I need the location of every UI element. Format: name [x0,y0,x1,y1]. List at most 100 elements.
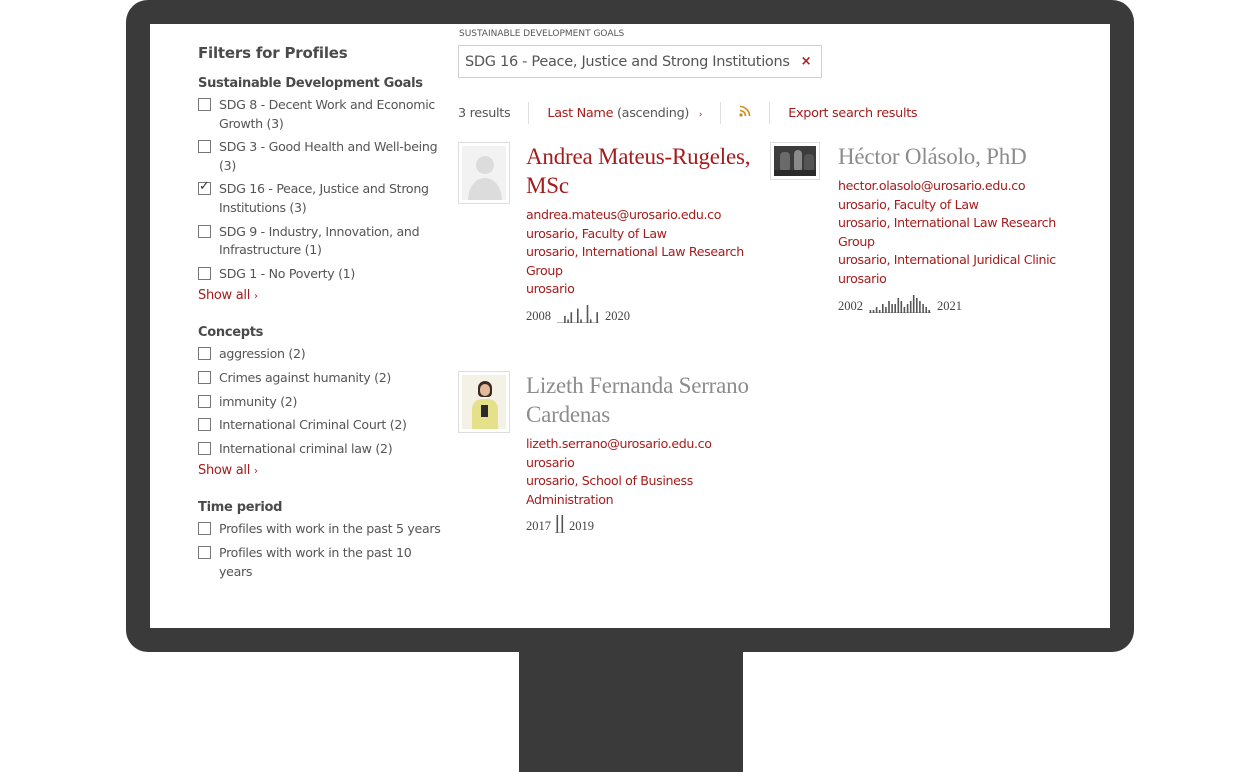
filter-option[interactable]: International Criminal Court (2) [198,416,446,435]
checkbox[interactable] [198,418,211,432]
profile-photo[interactable] [770,142,820,180]
checkbox[interactable] [198,394,211,408]
profile-affiliation[interactable]: urosario [526,454,758,473]
sort-field: Last Name [547,105,614,121]
filter-option[interactable]: SDG 1 - No Poverty (1) [198,265,446,284]
filter-option[interactable]: aggression (2) [198,345,446,364]
remove-filter-icon[interactable]: × [801,54,812,69]
filter-option-label: International Criminal Court (2) [219,417,407,433]
start-year: 2002 [838,298,863,313]
filter-option[interactable]: SDG 3 - Good Health and Well-being (3) [198,138,446,175]
profile-affiliation[interactable]: urosario [838,270,1070,289]
profile-affiliation[interactable]: urosario, Faculty of Law [838,196,1070,215]
sparkline-bar [916,297,918,313]
sparkline-bar [909,300,912,313]
checkbox[interactable] [198,347,211,361]
profile-email[interactable]: lizeth.serrano@urosario.edu.co [526,435,758,454]
activity-timeline: 2002 2021 [838,293,1070,313]
checkbox[interactable] [198,140,211,154]
checkbox[interactable] [198,441,211,455]
chevron-right-icon: › [698,109,703,120]
results-count: 3 results [458,105,511,121]
checkbox[interactable] [198,522,211,536]
filter-option-label: aggression (2) [219,346,306,362]
sparkline-bar [885,306,887,313]
sparkline-bar [589,319,592,323]
profile-affiliation[interactable]: urosario [526,280,758,299]
sparkline-bar [878,309,881,313]
active-filter-chip-label: SDG 16 - Peace, Justice and Strong Insti… [465,53,790,70]
filter-group-title: Time period [198,500,283,516]
profile-email[interactable]: andrea.mateus@urosario.edu.co [526,206,758,225]
end-year: 2019 [569,519,594,534]
filter-group-time: Time period Profiles with work in the pa… [198,500,446,581]
filters-sidebar: Filters for Profiles Sustainable Develop… [198,44,446,603]
filter-group-sdg: Sustainable Development Goals SDG 8 - De… [198,76,446,303]
sparkline-bar [906,303,909,313]
profile-name[interactable]: Andrea Mateus-Rugeles, MSc [526,142,758,200]
filter-option-label: Profiles with work in the past 10 years [219,544,412,579]
filter-group-title: Sustainable Development Goals [198,76,423,91]
checkbox[interactable] [198,266,211,280]
profile-photo-placeholder[interactable] [458,142,510,204]
activity-timeline: 2008 2020 [526,303,758,323]
checkbox[interactable] [198,224,211,238]
checkbox[interactable] [198,370,211,384]
filter-option[interactable]: SDG 9 - Industry, Innovation, and Infras… [198,223,446,260]
divider [528,102,530,124]
end-year: 2020 [605,308,630,323]
activity-timeline: 2017 2019 [526,513,758,534]
activity-sparkline [557,304,599,323]
chevron-right-icon: › [254,466,258,478]
filter-option[interactable]: Profiles with work in the past 10 years [198,544,446,581]
sort-dropdown[interactable]: Last Name (ascending) › [547,106,702,121]
filter-option[interactable]: immunity (2) [198,393,446,412]
profile-email[interactable]: hector.olasolo@urosario.edu.co [838,177,1070,196]
sparkline-bar [912,294,915,313]
show-all-concepts-link[interactable]: Show all › [198,463,446,478]
filter-option[interactable]: International criminal law (2) [198,440,446,459]
filter-option-label: Crimes against humanity (2) [219,369,392,385]
profile-photo[interactable] [458,371,510,433]
export-results-link[interactable]: Export search results [788,106,917,121]
sparkline-bar [556,515,559,534]
divider [720,102,722,124]
profile-affiliation[interactable]: urosario, International Juridical Clinic [838,251,1070,270]
person-placeholder-icon [468,156,502,200]
filter-group-title: Concepts [198,325,264,341]
sparkline-bar [570,312,573,323]
filter-option[interactable]: Profiles with work in the past 5 years [198,520,446,539]
filter-option-label: SDG 1 - No Poverty (1) [219,265,356,281]
active-filter-chip: SDG 16 - Peace, Justice and Strong Insti… [458,45,823,78]
show-all-sdg-link[interactable]: Show all › [198,288,446,303]
profile-affiliation[interactable]: urosario, International Law Research Gro… [838,214,1070,251]
rss-icon[interactable] [739,105,751,121]
results-toolbar: 3 results Last Name (ascending) › Export… [458,102,918,124]
checkbox[interactable] [198,545,211,559]
profile-affiliation[interactable]: urosario, Faculty of Law [526,225,758,244]
checkbox[interactable] [198,98,211,111]
sparkline-bar [580,319,582,323]
profile-affiliation[interactable]: urosario, International Law Research Gro… [526,243,758,280]
filter-option-label: SDG 9 - Industry, Innovation, and Infras… [219,223,420,258]
activity-sparkline [869,294,931,313]
filter-group-concepts: Concepts aggression (2) Crimes against hu… [198,325,446,478]
filter-option[interactable]: SDG 16 - Peace, Justice and Strong Insti… [198,178,446,217]
sparkline-bar [882,303,884,313]
filter-option[interactable]: Crimes against humanity (2) [198,369,446,388]
profile-name[interactable]: Héctor Olásolo, PhD [838,142,1070,171]
results-main: SUSTAINABLE DEVELOPMENT GOALS SDG 16 - P… [458,24,1098,628]
filter-option-label: Profiles with work in the past 5 years [219,521,441,537]
activity-sparkline [555,515,565,534]
divider [769,102,771,124]
profile-affiliation[interactable]: urosario, School of Business Administrat… [526,472,758,509]
start-year: 2008 [526,308,551,323]
sparkline-bar [577,308,579,323]
profile-name[interactable]: Lizeth Fernanda Serrano Cardenas [526,371,758,429]
filter-option[interactable]: SDG 8 - Decent Work and Economic Growth … [198,96,446,133]
filter-option-label: immunity (2) [219,393,298,409]
monitor-stand [519,650,743,772]
sparkline-bar [922,303,924,313]
sparkline-bar [928,309,930,313]
checkbox-checked[interactable] [198,178,211,197]
